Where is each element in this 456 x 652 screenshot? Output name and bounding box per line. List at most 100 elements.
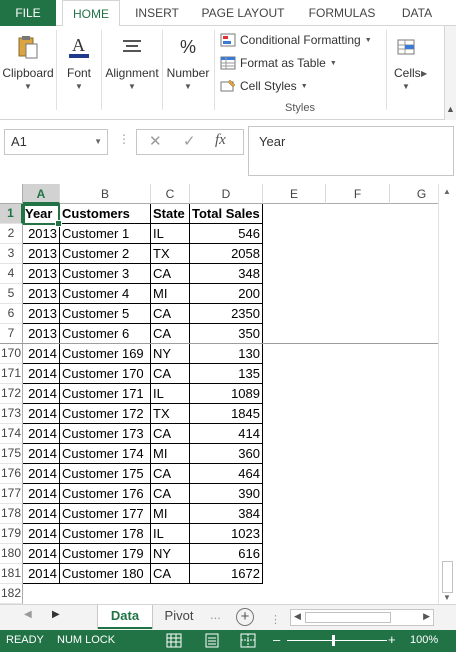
- scroll-left-icon[interactable]: ◀: [294, 611, 301, 622]
- row-header[interactable]: 171: [0, 364, 23, 384]
- column-header-d[interactable]: D: [190, 184, 263, 204]
- conditional-formatting-button[interactable]: Conditional Formatting ▼: [220, 30, 372, 50]
- row-header[interactable]: 178: [0, 504, 23, 524]
- row-header[interactable]: 4: [0, 264, 23, 284]
- table-header-cell[interactable]: Total Sales: [190, 204, 263, 224]
- table-cell[interactable]: CA: [151, 264, 190, 284]
- scrollbar-thumb[interactable]: [442, 561, 453, 593]
- format-as-table-button[interactable]: Format as Table ▼: [220, 53, 337, 73]
- zoom-level[interactable]: 100%: [410, 634, 438, 646]
- row-header[interactable]: 3: [0, 244, 23, 264]
- table-cell[interactable]: CA: [151, 464, 190, 484]
- table-cell[interactable]: 414: [190, 424, 263, 444]
- table-cell[interactable]: Customer 5: [60, 304, 151, 324]
- cells-group[interactable]: Cells ▼: [390, 26, 422, 120]
- table-cell[interactable]: 2013: [23, 264, 60, 284]
- table-header-cell[interactable]: State: [151, 204, 190, 224]
- column-header-g[interactable]: G: [390, 184, 438, 204]
- table-cell[interactable]: NY: [151, 344, 190, 364]
- row-header[interactable]: 2: [0, 224, 23, 244]
- alignment-group[interactable]: Alignment ▼: [103, 26, 161, 120]
- tab-splitter-icon[interactable]: ⋮: [270, 613, 281, 626]
- table-cell[interactable]: Customer 6: [60, 324, 151, 344]
- table-cell[interactable]: Customer 179: [60, 544, 151, 564]
- table-cell[interactable]: 1845: [190, 404, 263, 424]
- table-cell[interactable]: 130: [190, 344, 263, 364]
- insert-function-icon[interactable]: fx: [215, 132, 226, 149]
- table-cell[interactable]: NY: [151, 544, 190, 564]
- table-cell[interactable]: Customer 4: [60, 284, 151, 304]
- table-cell[interactable]: Customer 177: [60, 504, 151, 524]
- table-cell[interactable]: CA: [151, 364, 190, 384]
- row-header[interactable]: 5: [0, 284, 23, 304]
- table-cell[interactable]: Customer 3: [60, 264, 151, 284]
- column-header-c[interactable]: C: [151, 184, 190, 204]
- horizontal-scrollbar[interactable]: ◀ ▶: [290, 609, 434, 626]
- table-cell[interactable]: 2014: [23, 524, 60, 544]
- zoom-slider[interactable]: [287, 640, 387, 641]
- tab-page-layout[interactable]: PAGE LAYOUT: [194, 0, 292, 26]
- table-cell[interactable]: 348: [190, 264, 263, 284]
- row-header[interactable]: 172: [0, 384, 23, 404]
- table-cell[interactable]: 2014: [23, 564, 60, 584]
- row-header[interactable]: 174: [0, 424, 23, 444]
- table-cell[interactable]: 2013: [23, 284, 60, 304]
- table-cell[interactable]: 390: [190, 484, 263, 504]
- table-cell[interactable]: MI: [151, 504, 190, 524]
- table-cell[interactable]: TX: [151, 404, 190, 424]
- table-cell[interactable]: Customer 1: [60, 224, 151, 244]
- table-cell[interactable]: CA: [151, 484, 190, 504]
- column-header-b[interactable]: B: [60, 184, 151, 204]
- scroll-up-icon[interactable]: ▲: [443, 187, 451, 196]
- row-header[interactable]: 7: [0, 324, 23, 344]
- scrollbar-thumb[interactable]: [305, 612, 391, 623]
- ribbon-collapse[interactable]: ▲: [444, 26, 456, 120]
- table-header-cell[interactable]: Year: [23, 204, 60, 224]
- row-header[interactable]: 179: [0, 524, 23, 544]
- table-cell[interactable]: 2013: [23, 304, 60, 324]
- worksheet-grid[interactable]: A B C D E F G 1 Year Customers State Tot…: [0, 184, 438, 604]
- zoom-in-button[interactable]: +: [388, 632, 396, 647]
- tab-formulas[interactable]: FORMULAS: [300, 0, 384, 26]
- row-header[interactable]: 181: [0, 564, 23, 584]
- table-cell[interactable]: Customer 180: [60, 564, 151, 584]
- table-cell[interactable]: IL: [151, 224, 190, 244]
- table-cell[interactable]: Customer 172: [60, 404, 151, 424]
- table-cell[interactable]: 2013: [23, 244, 60, 264]
- number-group[interactable]: % Number ▼: [164, 26, 212, 120]
- add-sheet-icon[interactable]: +: [236, 608, 254, 626]
- column-header-e[interactable]: E: [263, 184, 326, 204]
- table-cell[interactable]: 1089: [190, 384, 263, 404]
- cell-styles-button[interactable]: Cell Styles ▼: [220, 76, 308, 96]
- table-cell[interactable]: Customer 171: [60, 384, 151, 404]
- table-cell[interactable]: 135: [190, 364, 263, 384]
- table-cell[interactable]: Customer 170: [60, 364, 151, 384]
- row-header[interactable]: 175: [0, 444, 23, 464]
- more-icon[interactable]: ⋮: [118, 132, 130, 146]
- table-cell[interactable]: 360: [190, 444, 263, 464]
- zoom-out-button[interactable]: –: [273, 632, 280, 647]
- page-break-view-icon[interactable]: [240, 633, 256, 648]
- chevron-right-icon[interactable]: ▶: [421, 69, 427, 78]
- row-header[interactable]: 170: [0, 344, 23, 364]
- tab-data[interactable]: DATA: [392, 0, 442, 26]
- scroll-tabs-left-icon[interactable]: ◀: [24, 609, 32, 620]
- table-cell[interactable]: 350: [190, 324, 263, 344]
- table-cell[interactable]: TX: [151, 244, 190, 264]
- table-cell[interactable]: CA: [151, 424, 190, 444]
- table-cell[interactable]: MI: [151, 284, 190, 304]
- tab-file[interactable]: FILE: [0, 0, 56, 26]
- sheet-tab-pivot[interactable]: Pivot: [156, 605, 202, 629]
- cancel-icon[interactable]: ✕: [149, 132, 162, 150]
- table-cell[interactable]: Customer 176: [60, 484, 151, 504]
- zoom-slider-thumb[interactable]: [332, 635, 335, 646]
- table-cell[interactable]: 2014: [23, 464, 60, 484]
- tab-home[interactable]: HOME: [62, 0, 120, 27]
- table-cell[interactable]: 546: [190, 224, 263, 244]
- vertical-scrollbar[interactable]: ▲ ▼: [438, 184, 456, 604]
- row-header[interactable]: 180: [0, 544, 23, 564]
- table-cell[interactable]: 2014: [23, 344, 60, 364]
- row-header[interactable]: 173: [0, 404, 23, 424]
- more-sheets-ellipsis[interactable]: ...: [210, 607, 221, 622]
- enter-icon[interactable]: ✓: [183, 132, 196, 150]
